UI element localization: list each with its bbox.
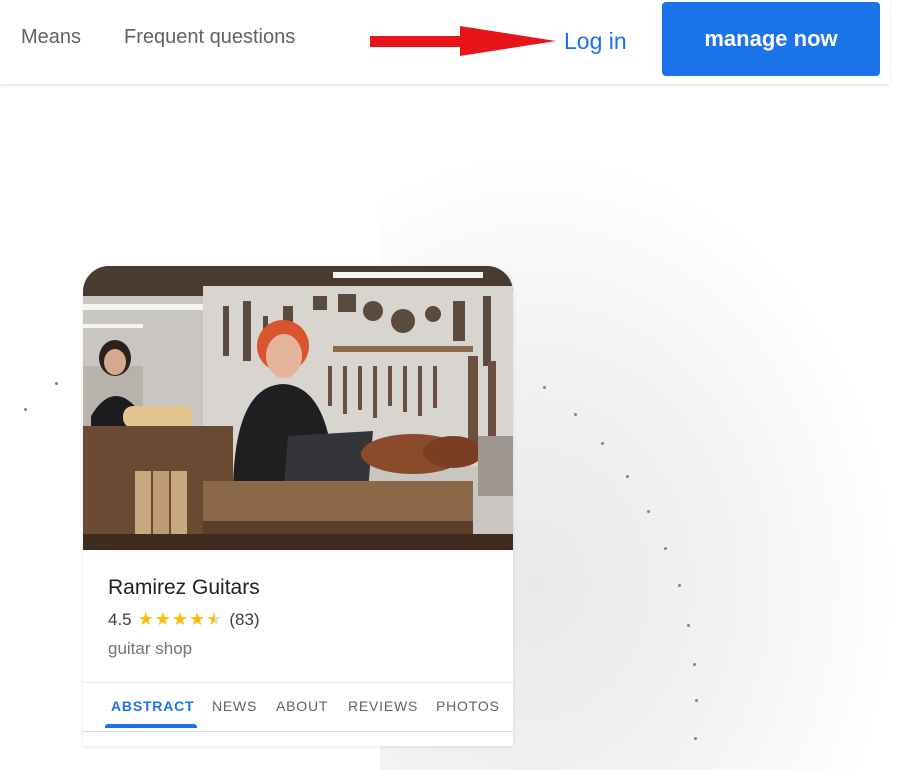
manage-now-button[interactable]: manage now: [662, 2, 880, 76]
tab-news[interactable]: NEWS: [212, 698, 257, 714]
red-arrow-icon: [370, 26, 556, 56]
nav-link-means[interactable]: Means: [21, 26, 81, 49]
workshop-photo: [83, 266, 513, 550]
business-name: Ramirez Guitars: [108, 576, 260, 599]
login-link[interactable]: Log in: [564, 28, 627, 55]
half-star-icon: ★: [206, 609, 224, 629]
tab-photos[interactable]: PHOTOS: [436, 698, 500, 714]
star-icon: ★★★★★: [138, 609, 224, 630]
rating-row: 4.5 ★★★★★ (83): [108, 609, 260, 630]
tab-about[interactable]: ABOUT: [276, 698, 328, 714]
star-rating-stars: ★★★★: [137, 609, 207, 629]
tab-abstract[interactable]: ABSTRACT: [111, 698, 194, 714]
rating-value: 4.5: [108, 609, 132, 629]
tab-reviews[interactable]: REVIEWS: [348, 698, 418, 714]
active-tab-indicator: [105, 724, 197, 728]
review-count[interactable]: (83): [229, 610, 259, 630]
top-navigation-bar: Means Frequent questions Log in manage n…: [0, 0, 890, 84]
business-category: guitar shop: [108, 639, 193, 658]
nav-link-frequent-questions[interactable]: Frequent questions: [124, 26, 295, 49]
business-profile-card: Ramirez Guitars 4.5 ★★★★★ (83) guitar sh…: [83, 266, 513, 746]
